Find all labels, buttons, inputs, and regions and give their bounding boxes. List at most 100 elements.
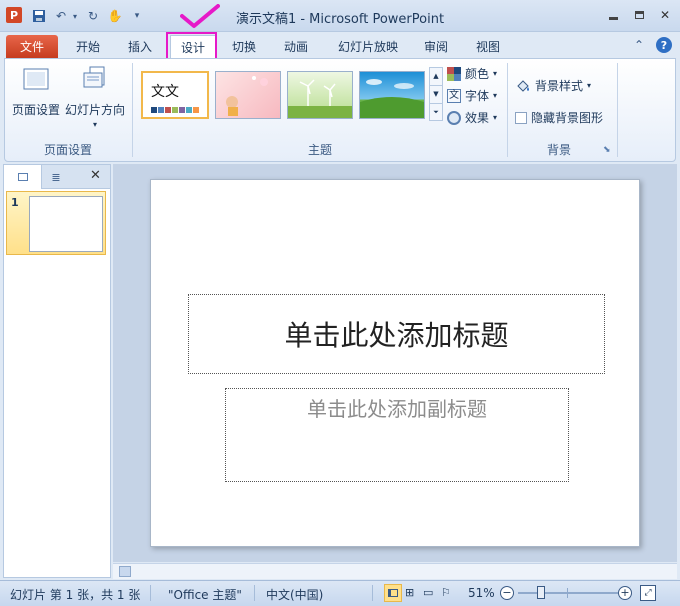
scrollbar-thumb[interactable] [119,566,131,577]
page-setup-icon [23,68,49,90]
chevron-down-icon: ▾ [587,81,592,90]
checkmark-annotation-icon [180,4,220,28]
theme-colors-button[interactable]: 颜色 ▾ [447,65,497,82]
restore-button[interactable] [628,6,650,24]
subtitle-placeholder[interactable]: 单击此处添加副标题 [225,388,569,482]
group-divider [132,63,133,157]
theme-effects-button[interactable]: 效果 ▾ [447,109,497,126]
theme-office[interactable]: 文文 [141,71,209,119]
zoom-in-button[interactable]: + [618,586,632,600]
themes-group-label: 主题 [307,143,332,157]
scroll-up-icon[interactable]: ▲ [430,68,442,85]
language-status[interactable]: 中文(中国) [266,586,323,603]
slides-tab-icon [17,173,28,181]
zoom-level[interactable]: 51% [468,586,495,600]
page-setup-label: 页面设置 [11,103,60,117]
title-placeholder[interactable]: 单击此处添加标题 [188,294,605,374]
slide-orientation-icon [83,66,105,88]
slideshow-icon[interactable]: ⚐ [441,586,451,599]
chevron-down-icon: ▾ [493,91,498,100]
subtitle-placeholder-text: 单击此处添加副标题 [307,397,487,421]
close-button[interactable]: ✕ [654,6,676,24]
slide-sorter-icon[interactable]: ⊞ [405,586,414,599]
more-themes-icon[interactable]: ⏷ [430,103,442,120]
chevron-down-icon: ▾ [493,113,498,122]
paint-bucket-icon [517,79,529,92]
scroll-down-icon[interactable]: ▼ [430,85,442,103]
slide-count-status: 幻灯片 第 1 张，共 1 张 [10,588,141,602]
landscape-icon [360,79,424,118]
page-setup-group-label: 页面设置 [43,143,92,157]
effects-icon [447,110,461,125]
theme-fonts-button[interactable]: 文 字体 ▾ [447,87,497,104]
windmill-icon [288,79,352,118]
theme-pink-cartoon[interactable] [215,71,281,119]
slide-thumbnail[interactable] [29,196,103,252]
ribbon-tab-bar: 文件 开始 插入 设计 切换 动画 幻灯片放映 审阅 视图 ⌃ ? [0,32,680,58]
slide-number: 1 [11,196,19,209]
tab-slides[interactable] [4,165,42,189]
theme-windmill[interactable] [287,71,353,119]
title-placeholder-text: 单击此处添加标题 [284,319,509,352]
fit-to-window-icon[interactable]: ⤢ [640,585,656,601]
tab-animations[interactable]: 动画 [274,35,318,58]
help-icon[interactable]: ? [656,37,672,53]
zoom-slider-track[interactable] [518,592,618,594]
minimize-button[interactable] [602,6,624,24]
theme-colors-label: 颜色 [465,67,490,81]
tab-review[interactable]: 审阅 [414,35,458,58]
group-divider [507,63,508,157]
slide-orientation-button[interactable]: 幻灯片方向 ▾ [63,65,127,129]
zoom-slider-thumb[interactable] [536,586,545,599]
color-palette-icon [447,66,461,81]
tab-view[interactable]: 视图 [466,35,510,58]
close-panel-icon[interactable]: ✕ [90,168,101,183]
cartoon-child-icon [226,76,268,116]
zoom-out-button[interactable]: − [500,586,514,600]
tab-slideshow[interactable]: 幻灯片放映 [328,35,408,58]
minimize-ribbon-icon[interactable]: ⌃ [634,38,644,52]
slides-panel: ≣ ✕ 1 [3,164,111,578]
status-bar: 幻灯片 第 1 张，共 1 张 "Office 主题" 中文(中国) ⊞ ▭ ⚐… [0,580,680,606]
normal-view-button[interactable] [384,584,402,602]
background-styles-label: 背景样式 [535,79,584,93]
dialog-launcher-icon[interactable]: ⬊ [603,145,611,155]
theme-office-text: 文文 [151,84,179,100]
window-title: 演示文稿1 - Microsoft PowerPoint [235,12,445,27]
hide-background-label: 隐藏背景图形 [531,111,604,125]
zoom-slider-midpoint [567,588,568,598]
font-icon: 文 [447,88,461,103]
theme-gallery-scroll[interactable]: ▲ ▼ ⏷ [429,67,443,121]
tab-file[interactable]: 文件 [6,35,58,58]
theme-effects-label: 效果 [465,111,490,125]
theme-status[interactable]: "Office 主题" [168,586,242,603]
status-divider [254,585,255,601]
chevron-down-icon: ▾ [493,69,498,78]
slide-canvas[interactable]: 单击此处添加标题 单击此处添加副标题 [150,179,640,547]
status-divider [150,585,151,601]
normal-view-icon [388,589,398,597]
background-styles-button[interactable]: 背景样式 ▾ [515,77,591,94]
theme-fonts-label: 字体 [465,89,490,103]
tab-transitions[interactable]: 切换 [222,35,266,58]
theme-sky-grass[interactable] [359,71,425,119]
horizontal-scrollbar[interactable] [113,563,677,579]
group-divider [617,63,618,157]
tab-insert[interactable]: 插入 [118,35,162,58]
ribbon: 页面设置 幻灯片方向 ▾ 页面设置 文文 ▲ ▼ ⏷ 颜色 ▾ 文 字体 ▾ 效果 ▾… [4,58,676,162]
page-setup-button[interactable]: 页面设置 [9,65,63,118]
hide-background-graphics[interactable]: 隐藏背景图形 [515,109,603,126]
chevron-down-icon: ▾ [92,120,97,129]
background-group-label: 背景 [546,143,571,157]
slide-orientation-label: 幻灯片方向 [64,103,125,117]
outline-icon: ≣ [51,170,61,184]
tab-home[interactable]: 开始 [66,35,110,58]
slide-thumbnail-selected[interactable]: 1 [6,191,106,255]
status-divider [372,585,373,601]
title-bar: P ↶ ▾ ↻ ✋ ▾ 演示文稿1 - Microsoft PowerPoint… [0,0,680,32]
reading-view-icon[interactable]: ▭ [423,586,433,599]
panel-tabs: ≣ ✕ [4,165,110,189]
tab-outline[interactable]: ≣ [44,169,68,185]
theme-color-swatches [151,107,199,113]
hide-background-checkbox[interactable] [515,111,527,124]
